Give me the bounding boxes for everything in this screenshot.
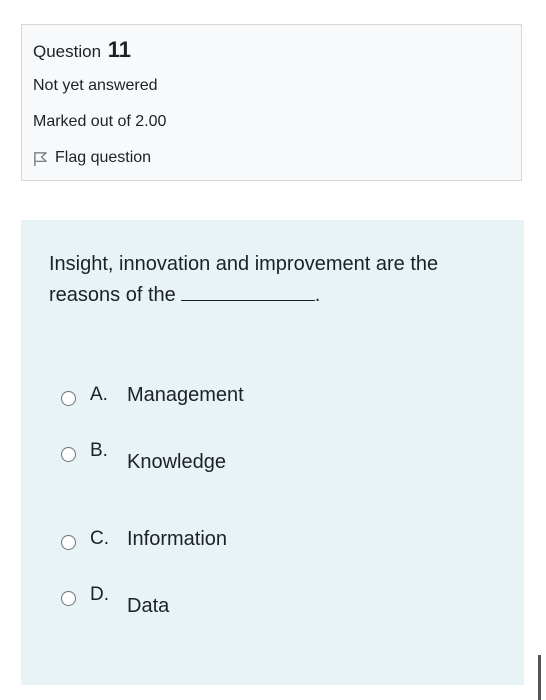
scrollbar-thumb[interactable] xyxy=(538,655,541,700)
answer-option-d[interactable]: D. Data xyxy=(61,574,361,617)
flag-outline-icon xyxy=(34,151,47,166)
answer-option-c[interactable]: C. Information xyxy=(61,524,361,564)
answer-label-a: Management xyxy=(127,384,244,406)
question-grade: Marked out of 2.00 xyxy=(33,113,167,130)
answer-letter-d: D. xyxy=(90,584,109,605)
question-content-panel: Insight, innovation and improvement are … xyxy=(21,220,524,685)
answer-letter-a: A. xyxy=(90,384,108,405)
radio-button-a[interactable] xyxy=(61,391,76,406)
radio-button-b[interactable] xyxy=(61,447,76,462)
flag-question-label: Flag question xyxy=(55,149,152,166)
answer-label-b: Knowledge xyxy=(127,451,226,473)
answer-letter-b: B. xyxy=(90,440,108,461)
question-text: Insight, innovation and improvement are … xyxy=(49,249,489,311)
question-text-end: . xyxy=(314,284,321,306)
question-heading: Question 11 xyxy=(33,37,131,63)
answer-label-c: Information xyxy=(127,528,228,550)
question-state: Not yet answered xyxy=(33,77,158,94)
answer-blank xyxy=(180,282,315,301)
flag-question-link[interactable]: Flag question xyxy=(33,149,151,167)
question-info-panel: Question 11 Not yet answered Marked out … xyxy=(21,24,522,181)
radio-button-c[interactable] xyxy=(61,535,76,550)
answer-letter-c: C. xyxy=(90,528,109,549)
answer-option-b[interactable]: B. Knowledge xyxy=(61,430,361,473)
radio-button-d[interactable] xyxy=(61,591,76,606)
question-number: 11 xyxy=(107,37,132,62)
answer-label-d: Data xyxy=(127,595,170,617)
question-heading-label: Question xyxy=(33,42,102,61)
answer-option-a[interactable]: A. Management xyxy=(61,380,361,420)
